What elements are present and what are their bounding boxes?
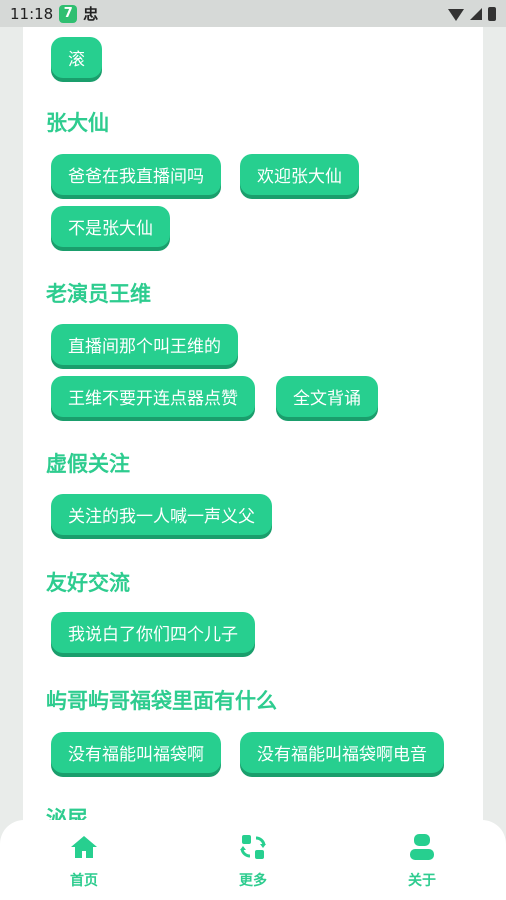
battery-icon: [488, 6, 496, 21]
sound-button[interactable]: 没有福能叫福袋啊电音: [240, 732, 444, 773]
sound-button[interactable]: 滚: [51, 37, 102, 78]
nav-label: 首页: [70, 873, 98, 889]
app-badge-icon: 7: [59, 4, 78, 23]
user-icon: [407, 832, 437, 862]
content-card[interactable]: 滚 张大仙 爸爸在我直播间吗 欢迎张大仙 不是张大仙 老演员王维 直播间那个叫王…: [23, 27, 483, 827]
nav-label: 关于: [408, 873, 436, 889]
sound-button[interactable]: 直播间那个叫王维的: [51, 324, 238, 365]
more-icon: [238, 832, 268, 862]
section-title: 张大仙: [46, 111, 109, 135]
notification-glyph: 忠: [83, 5, 99, 23]
sound-button[interactable]: 不是张大仙: [51, 206, 170, 247]
nav-item-about[interactable]: 关于: [382, 832, 462, 890]
sound-button[interactable]: 关注的我一人喊一声义父: [51, 494, 272, 535]
signal-icon: [470, 7, 482, 20]
section-title: 友好交流: [46, 571, 130, 595]
section-title: 虚假关注: [46, 452, 130, 476]
nav-item-home[interactable]: 首页: [44, 832, 124, 890]
nav-item-more[interactable]: 更多: [213, 832, 293, 890]
sound-button[interactable]: 王维不要开连点器点赞: [51, 376, 255, 417]
sound-button[interactable]: 全文背诵: [276, 376, 378, 417]
status-time: 11:18: [10, 4, 54, 23]
nav-label: 更多: [239, 873, 267, 889]
bottom-nav: 首页 更多 关于: [0, 820, 506, 900]
section-title: 老演员王维: [46, 282, 151, 306]
status-bar: 11:18 7 忠: [0, 0, 506, 27]
wifi-icon: [448, 8, 464, 21]
sound-button[interactable]: 爸爸在我直播间吗: [51, 154, 221, 195]
home-icon: [69, 832, 99, 862]
sound-button[interactable]: 欢迎张大仙: [240, 154, 359, 195]
section-title: 屿哥屿哥福袋里面有什么: [46, 689, 277, 713]
sound-button[interactable]: 没有福能叫福袋啊: [51, 732, 221, 773]
sound-button[interactable]: 我说白了你们四个儿子: [51, 612, 255, 653]
